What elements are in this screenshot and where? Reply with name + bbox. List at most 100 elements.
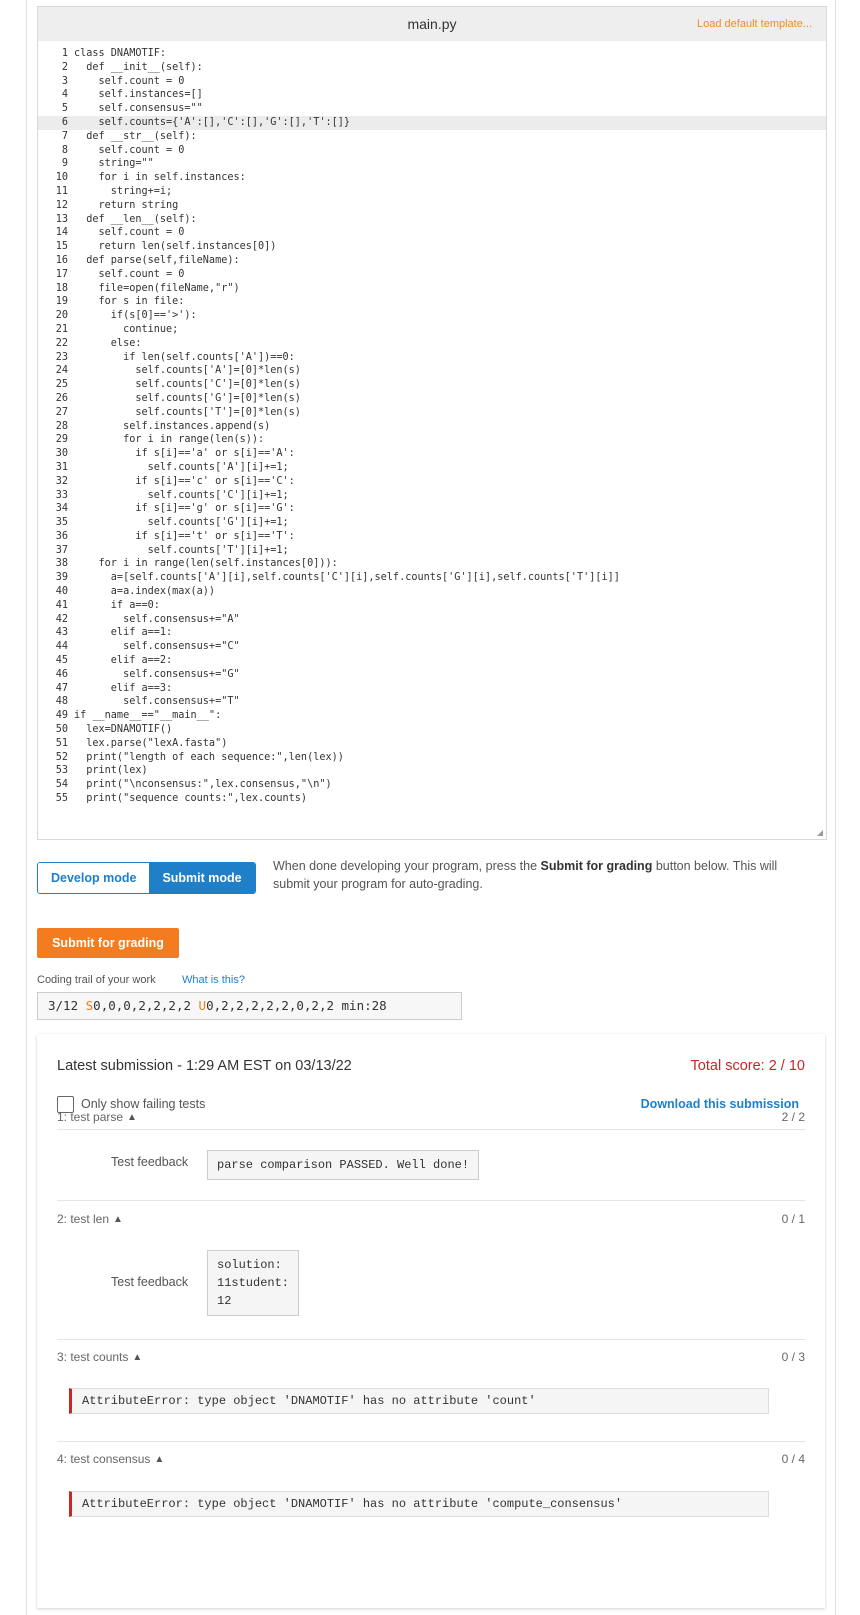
- code-line[interactable]: 9 string="": [38, 157, 826, 171]
- code-line[interactable]: 54 print("\nconsensus:",lex.consensus,"\…: [38, 778, 826, 792]
- code-text[interactable]: self.consensus="": [74, 102, 203, 116]
- code-text[interactable]: for s in file:: [74, 295, 185, 309]
- code-text[interactable]: print("\nconsensus:",lex.consensus,"\n"): [74, 778, 331, 792]
- test-2-title[interactable]: 2: test len ▲: [57, 1212, 123, 1226]
- code-text[interactable]: self.consensus+="T": [74, 695, 240, 709]
- code-line[interactable]: 34 if s[i]=='g' or s[i]=='G':: [38, 502, 826, 516]
- what-is-this-link[interactable]: What is this?: [182, 974, 245, 986]
- code-text[interactable]: def __len__(self):: [74, 213, 196, 227]
- code-text[interactable]: elif a==1:: [74, 626, 172, 640]
- code-line[interactable]: 18 file=open(fileName,"r"): [38, 282, 826, 296]
- code-line[interactable]: 33 self.counts['C'][i]+=1;: [38, 489, 826, 503]
- code-text[interactable]: return len(self.instances[0]): [74, 240, 277, 254]
- code-text[interactable]: self.counts['C'][i]+=1;: [74, 489, 289, 503]
- code-text[interactable]: self.instances.append(s): [74, 420, 270, 434]
- code-area[interactable]: 1 class DNAMOTIF: 2 def __init__(self): 3 s…: [38, 47, 826, 839]
- code-line[interactable]: 38 for i in range(len(self.instances[0])…: [38, 557, 826, 571]
- code-line[interactable]: 55 print("sequence counts:",lex.counts): [38, 792, 826, 806]
- submit-mode-button[interactable]: Submit mode: [149, 863, 255, 893]
- code-line[interactable]: 35 self.counts['G'][i]+=1;: [38, 516, 826, 530]
- code-line[interactable]: 3 self.count = 0: [38, 75, 826, 89]
- code-line[interactable]: 21 continue;: [38, 323, 826, 337]
- code-text[interactable]: print("sequence counts:",lex.counts): [74, 792, 307, 806]
- code-line[interactable]: 52 print("length of each sequence:",len(…: [38, 751, 826, 765]
- code-line[interactable]: 24 self.counts['A']=[0]*len(s): [38, 364, 826, 378]
- code-line[interactable]: 22 else:: [38, 337, 826, 351]
- code-line[interactable]: 51 lex.parse("lexA.fasta"): [38, 737, 826, 751]
- code-text[interactable]: self.counts['T']=[0]*len(s): [74, 406, 301, 420]
- code-line[interactable]: 46 self.consensus+="G": [38, 668, 826, 682]
- code-text[interactable]: self.count = 0: [74, 144, 185, 158]
- code-text[interactable]: lex.parse("lexA.fasta"): [74, 737, 227, 751]
- code-line[interactable]: 16 def parse(self,fileName):: [38, 254, 826, 268]
- code-line[interactable]: 12 return string: [38, 199, 826, 213]
- develop-mode-button[interactable]: Develop mode: [38, 863, 150, 893]
- code-text[interactable]: self.consensus+="A": [74, 613, 240, 627]
- code-line[interactable]: 8 self.count = 0: [38, 144, 826, 158]
- code-text[interactable]: def parse(self,fileName):: [74, 254, 239, 268]
- load-default-template-link[interactable]: Load default template...: [697, 18, 812, 30]
- code-line[interactable]: 10 for i in self.instances:: [38, 171, 826, 185]
- code-line[interactable]: 31 self.counts['A'][i]+=1;: [38, 461, 826, 475]
- code-text[interactable]: self.consensus+="G": [74, 668, 240, 682]
- code-text[interactable]: if s[i]=='a' or s[i]=='A':: [74, 447, 294, 461]
- code-text[interactable]: if __name__=="__main__":: [74, 709, 221, 723]
- code-text[interactable]: return string: [74, 199, 179, 213]
- code-text[interactable]: string="": [74, 157, 154, 171]
- code-text[interactable]: if s[i]=='t' or s[i]=='T':: [74, 530, 294, 544]
- code-line[interactable]: 48 self.consensus+="T": [38, 695, 826, 709]
- code-line[interactable]: 45 elif a==2:: [38, 654, 826, 668]
- code-line[interactable]: 19 for s in file:: [38, 295, 826, 309]
- code-line[interactable]: 43 elif a==1:: [38, 626, 826, 640]
- code-line[interactable]: 37 self.counts['T'][i]+=1;: [38, 544, 826, 558]
- code-text[interactable]: string+=i;: [74, 185, 172, 199]
- code-line[interactable]: 42 self.consensus+="A": [38, 613, 826, 627]
- code-line[interactable]: 20 if(s[0]=='>'):: [38, 309, 826, 323]
- code-line[interactable]: 36 if s[i]=='t' or s[i]=='T':: [38, 530, 826, 544]
- code-line[interactable]: 17 self.count = 0: [38, 268, 826, 282]
- code-text[interactable]: self.counts['T'][i]+=1;: [74, 544, 289, 558]
- code-text[interactable]: self.counts['C']=[0]*len(s): [74, 378, 301, 392]
- code-text[interactable]: print("length of each sequence:",len(lex…: [74, 751, 344, 765]
- code-text[interactable]: elif a==2:: [74, 654, 172, 668]
- code-text[interactable]: lex=DNAMOTIF(): [74, 723, 172, 737]
- code-text[interactable]: self.counts={'A':[],'C':[],'G':[],'T':[]…: [74, 116, 350, 130]
- code-line[interactable]: 2 def __init__(self):: [38, 61, 826, 75]
- code-line[interactable]: 49 if __name__=="__main__":: [38, 709, 826, 723]
- test-3-title[interactable]: 3: test counts ▲: [57, 1350, 142, 1364]
- code-line[interactable]: 1 class DNAMOTIF:: [38, 47, 826, 61]
- code-line[interactable]: 53 print(lex): [38, 764, 826, 778]
- code-text[interactable]: for i in range(len(s)):: [74, 433, 264, 447]
- code-text[interactable]: continue;: [74, 323, 178, 337]
- code-line[interactable]: 23 if len(self.counts['A'])==0:: [38, 351, 826, 365]
- code-line[interactable]: 13 def __len__(self):: [38, 213, 826, 227]
- code-text[interactable]: self.count = 0: [74, 226, 185, 240]
- code-line[interactable]: 29 for i in range(len(s)):: [38, 433, 826, 447]
- code-text[interactable]: for i in self.instances:: [74, 171, 246, 185]
- code-line[interactable]: 40 a=a.index(max(a)): [38, 585, 826, 599]
- code-line[interactable]: 6 self.counts={'A':[],'C':[],'G':[],'T':…: [38, 115, 826, 130]
- code-text[interactable]: class DNAMOTIF:: [74, 47, 166, 61]
- test-1-title[interactable]: 1: test parse ▲: [57, 1110, 137, 1124]
- code-text[interactable]: if s[i]=='g' or s[i]=='G':: [74, 502, 294, 516]
- code-text[interactable]: print(lex): [74, 764, 147, 778]
- code-line[interactable]: 32 if s[i]=='c' or s[i]=='C':: [38, 475, 826, 489]
- code-text[interactable]: if s[i]=='c' or s[i]=='C':: [74, 475, 294, 489]
- code-text[interactable]: self.instances=[]: [74, 88, 203, 102]
- code-line[interactable]: 25 self.counts['C']=[0]*len(s): [38, 378, 826, 392]
- code-text[interactable]: if len(self.counts['A'])==0:: [74, 351, 295, 365]
- code-line[interactable]: 28 self.instances.append(s): [38, 420, 826, 434]
- code-text[interactable]: self.count = 0: [74, 268, 185, 282]
- submit-for-grading-button[interactable]: Submit for grading: [37, 928, 179, 958]
- code-text[interactable]: def __init__(self):: [74, 61, 203, 75]
- code-line[interactable]: 5 self.consensus="": [38, 102, 826, 116]
- code-text[interactable]: self.counts['A'][i]+=1;: [74, 461, 289, 475]
- code-text[interactable]: if(s[0]=='>'):: [74, 309, 197, 323]
- code-line[interactable]: 41 if a==0:: [38, 599, 826, 613]
- code-text[interactable]: file=open(fileName,"r"): [74, 282, 240, 296]
- code-text[interactable]: if a==0:: [74, 599, 160, 613]
- code-line[interactable]: 39 a=[self.counts['A'][i],self.counts['C…: [38, 571, 826, 585]
- code-line[interactable]: 30 if s[i]=='a' or s[i]=='A':: [38, 447, 826, 461]
- resize-handle-icon[interactable]: [817, 830, 823, 836]
- code-line[interactable]: 7 def __str__(self):: [38, 130, 826, 144]
